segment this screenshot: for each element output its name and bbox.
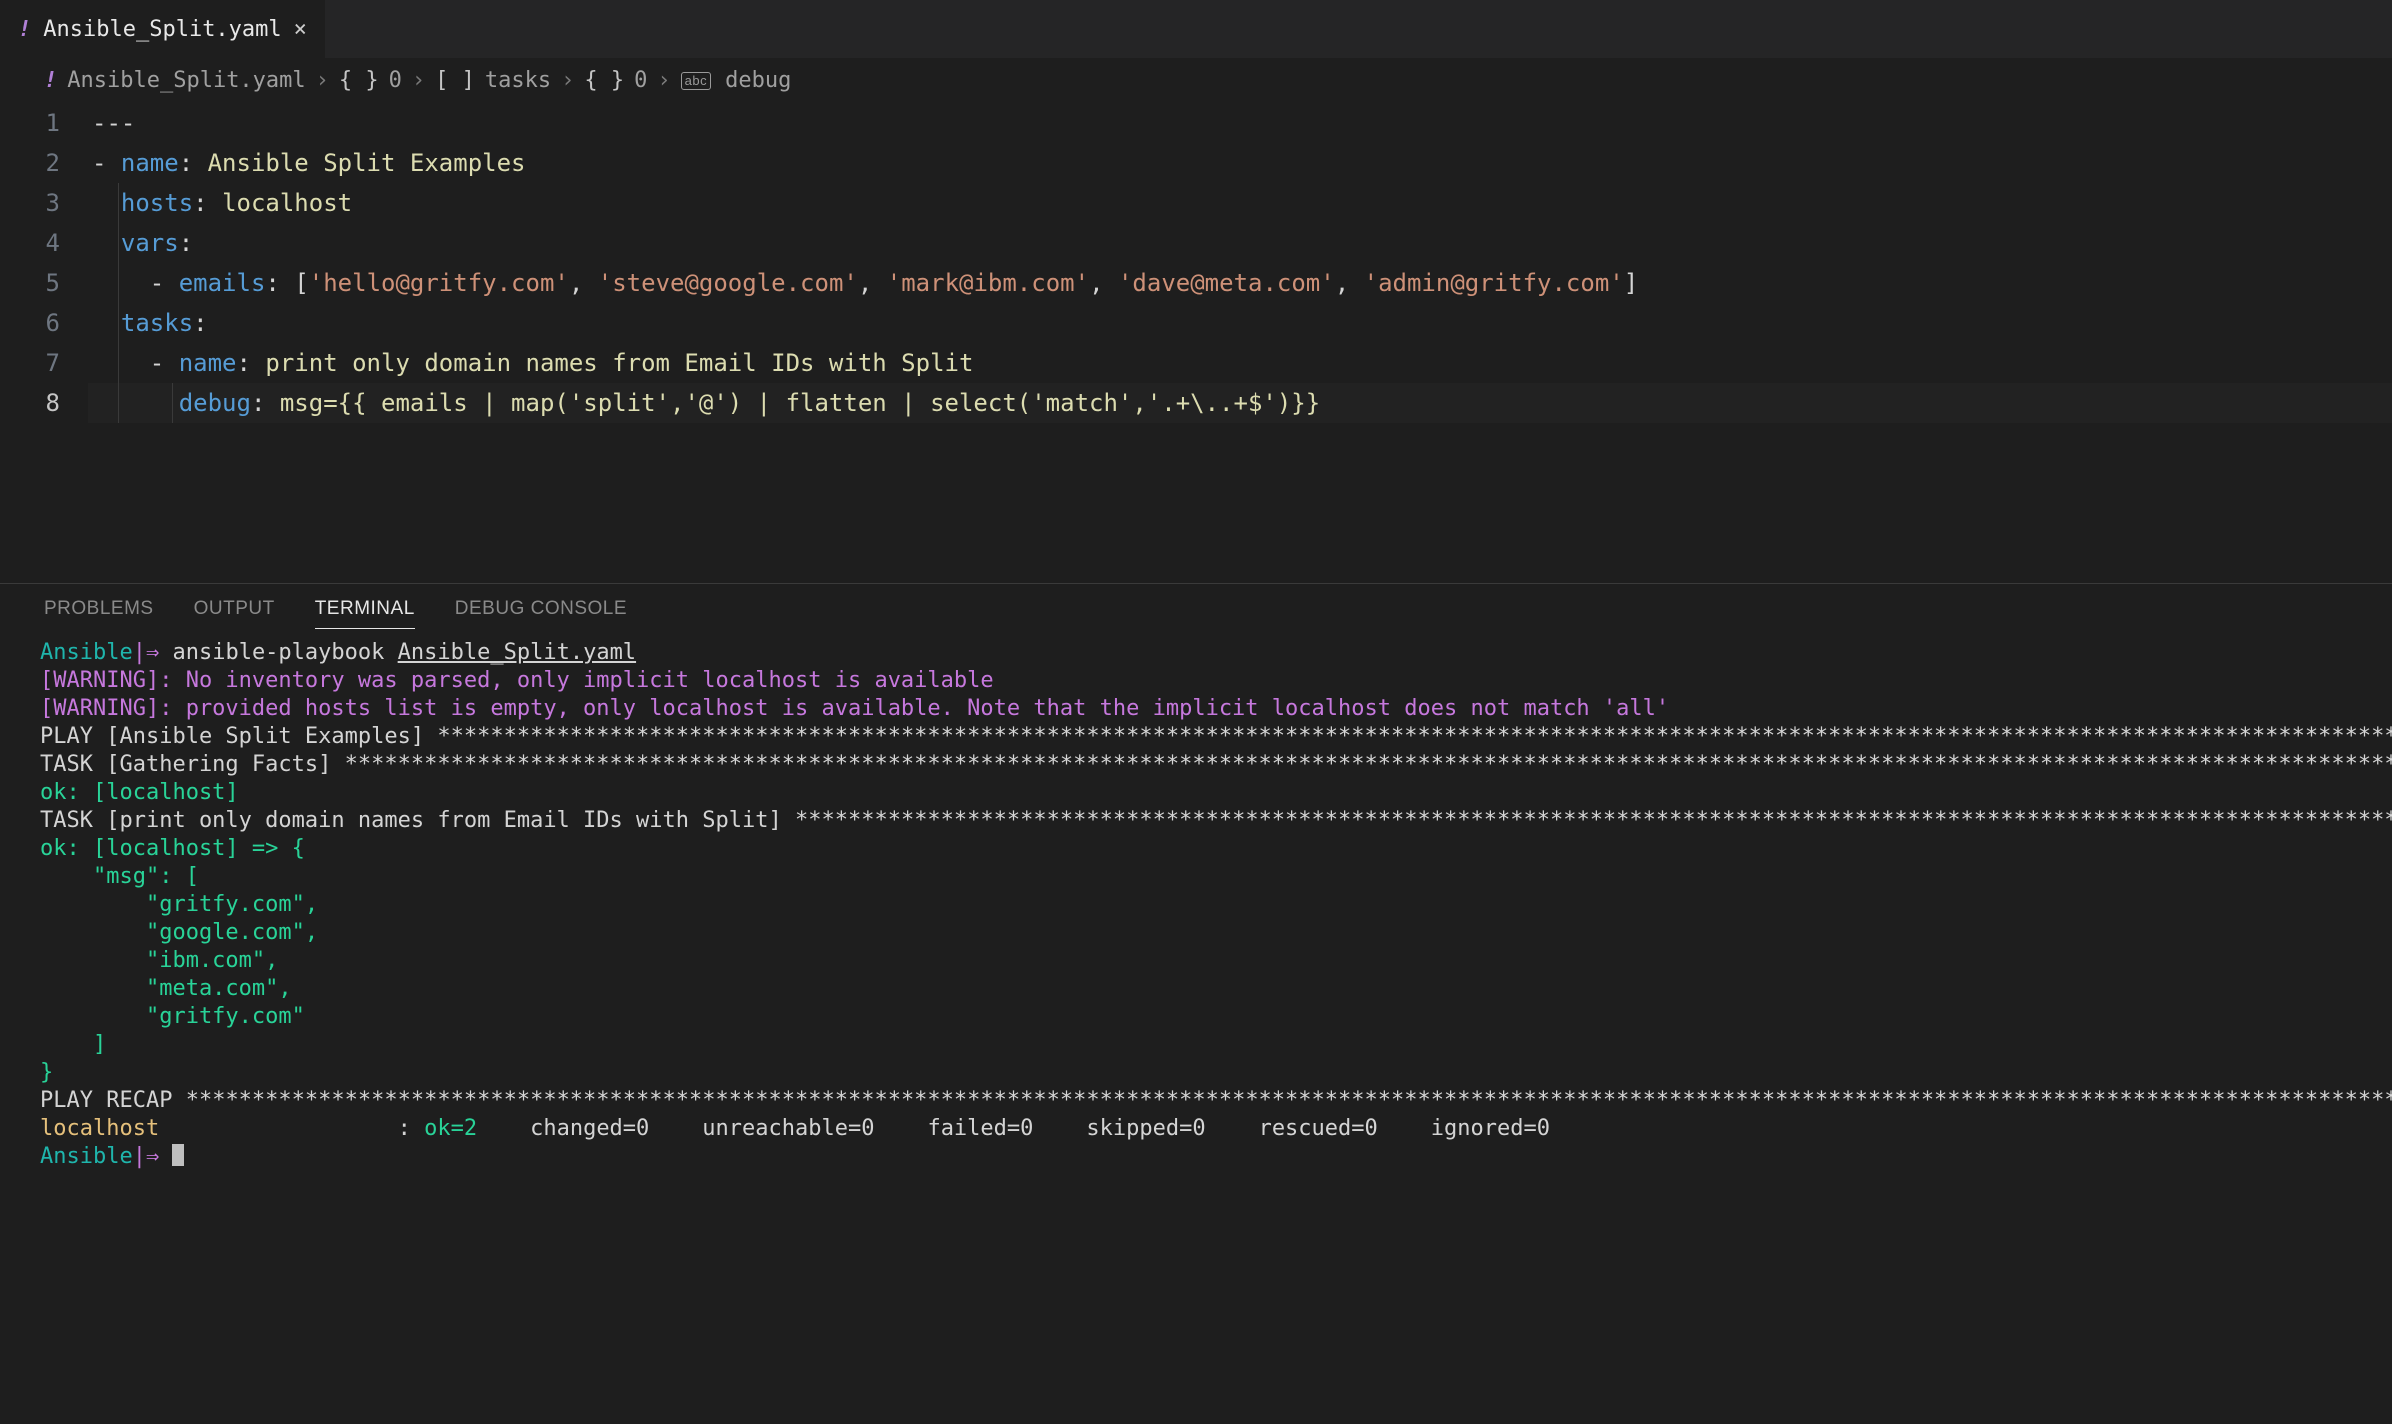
array-icon: [ ] [435, 68, 475, 93]
chevron-right-icon: › [316, 68, 329, 93]
breadcrumb-segment[interactable]: 0 [634, 68, 647, 93]
yaml-file-icon: ! [44, 68, 57, 93]
bottom-panel: PROBLEMS OUTPUT TERMINAL DEBUG CONSOLE A… [0, 583, 2392, 1424]
panel-tabs: PROBLEMS OUTPUT TERMINAL DEBUG CONSOLE [0, 584, 2392, 629]
yaml-file-icon: ! [18, 17, 31, 42]
editor-tab[interactable]: ! Ansible_Split.yaml × [0, 0, 326, 58]
code-content[interactable]: ---- name: Ansible Split Examples hosts:… [88, 103, 2392, 423]
tab-problems[interactable]: PROBLEMS [44, 598, 154, 629]
tab-terminal[interactable]: TERMINAL [315, 598, 415, 629]
tab-bar: ! Ansible_Split.yaml × [0, 0, 2392, 58]
chevron-right-icon: › [561, 68, 574, 93]
breadcrumb-segment[interactable]: tasks [485, 68, 551, 93]
close-icon[interactable]: × [294, 17, 307, 42]
tab-debug-console[interactable]: DEBUG CONSOLE [455, 598, 627, 629]
breadcrumb-segment[interactable]: debug [725, 68, 791, 93]
tab-filename: Ansible_Split.yaml [43, 17, 281, 42]
terminal-output[interactable]: Ansible|⇒ ansible-playbook Ansible_Split… [0, 629, 2392, 1424]
code-editor[interactable]: 12345678 ---- name: Ansible Split Exampl… [0, 99, 2392, 583]
object-icon: { } [584, 68, 624, 93]
breadcrumb[interactable]: ! Ansible_Split.yaml › { } 0 › [ ] tasks… [0, 58, 2392, 99]
breadcrumb-file[interactable]: Ansible_Split.yaml [67, 68, 305, 93]
breadcrumb-segment[interactable]: 0 [389, 68, 402, 93]
object-icon: { } [339, 68, 379, 93]
chevron-right-icon: › [657, 68, 670, 93]
tab-output[interactable]: OUTPUT [194, 598, 275, 629]
line-gutter: 12345678 [0, 103, 88, 423]
chevron-right-icon: › [412, 68, 425, 93]
string-icon: abc [681, 72, 711, 90]
